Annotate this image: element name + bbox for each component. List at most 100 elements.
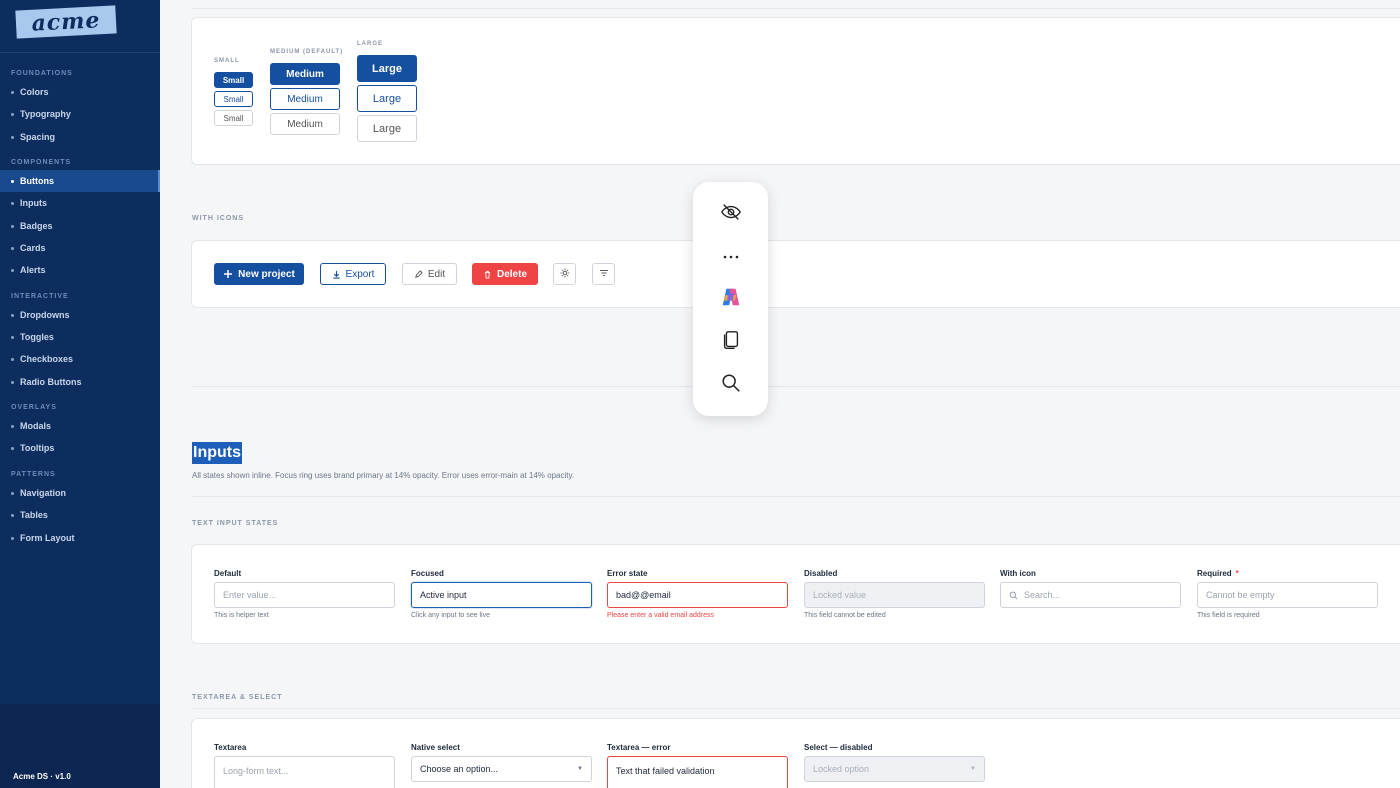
medium-secondary-button[interactable]: Medium	[270, 88, 340, 110]
size-label-small: SMALL	[214, 58, 240, 64]
trash-icon	[483, 270, 492, 279]
sidebar-item-label: Buttons	[20, 176, 54, 186]
nav-section-components: COMPONENTS	[11, 159, 72, 166]
field-label-select-disabled: Select — disabled	[804, 743, 873, 752]
sidebar-item-alerts[interactable]: Alerts	[0, 259, 160, 281]
bullet-icon	[11, 380, 14, 384]
section-label-with-icons: WITH ICONS	[192, 215, 244, 222]
sidebar-footer: Acme DS · v1.0	[0, 704, 160, 788]
medium-ghost-button[interactable]: Medium	[270, 113, 340, 135]
field-label-default: Default	[214, 569, 242, 578]
sidebar-item-label: Checkboxes	[20, 354, 74, 364]
sidebar-item-cards[interactable]: Cards	[0, 237, 160, 259]
sidebar-item-label: Inputs	[20, 198, 47, 208]
helper-text-disabled: This field cannot be edited	[804, 612, 886, 619]
bullet-icon	[11, 90, 14, 94]
version-label: Acme DS · v1.0	[13, 772, 71, 781]
nav-section-interactive: INTERACTIVE	[11, 293, 69, 300]
sidebar-item-spacing[interactable]: Spacing	[0, 126, 160, 148]
plus-icon	[223, 269, 233, 279]
search-input[interactable]: Search...	[1000, 582, 1181, 608]
copy-button[interactable]	[693, 322, 768, 362]
divider	[192, 708, 1400, 709]
large-primary-button[interactable]: Large	[357, 55, 417, 82]
section-subtitle-inputs: All states shown inline. Focus ring uses…	[192, 471, 575, 480]
required-label-text: Required	[1197, 569, 1232, 578]
sidebar-item-modals[interactable]: Modals	[0, 415, 160, 437]
floating-toolbar	[693, 182, 768, 416]
native-select[interactable]: Choose an option... ▼	[411, 756, 592, 782]
select-value: Choose an option...	[420, 764, 499, 774]
sun-icon	[560, 265, 570, 283]
copilot-button[interactable]	[693, 279, 768, 319]
sidebar-item-label: Tooltips	[20, 443, 55, 453]
bullet-icon	[11, 357, 14, 361]
bullet-icon	[11, 112, 14, 116]
divider	[192, 496, 1400, 497]
filter-icon	[599, 265, 609, 283]
sidebar: acme FOUNDATIONS Colors Typography Spaci…	[0, 0, 160, 788]
sidebar-item-tooltips[interactable]: Tooltips	[0, 437, 160, 459]
more-icon	[722, 247, 740, 265]
acme-logo[interactable]: acme	[15, 5, 117, 39]
large-secondary-button[interactable]: Large	[357, 85, 417, 112]
download-icon	[332, 270, 341, 279]
eye-off-icon	[720, 201, 742, 228]
focused-input[interactable]: Active input	[411, 582, 592, 608]
search-button[interactable]	[693, 365, 768, 405]
field-label-disabled: Disabled	[804, 569, 838, 578]
copilot-icon	[720, 286, 742, 313]
size-label-large: LARGE	[357, 41, 383, 47]
helper-text-focused: Click any input to see live	[411, 612, 490, 619]
large-ghost-button[interactable]: Large	[357, 115, 417, 142]
medium-primary-button[interactable]: Medium	[270, 63, 340, 85]
edit-button[interactable]: Edit	[402, 263, 457, 285]
sidebar-item-form-layout[interactable]: Form Layout	[0, 527, 160, 549]
settings-icon-button[interactable]	[553, 263, 576, 285]
delete-button[interactable]: Delete	[472, 263, 538, 285]
sidebar-item-badges[interactable]: Badges	[0, 215, 160, 237]
bullet-icon	[11, 268, 14, 272]
new-project-button[interactable]: New project	[214, 263, 304, 285]
required-input[interactable]: Cannot be empty	[1197, 582, 1378, 608]
sidebar-item-inputs[interactable]: Inputs	[0, 192, 160, 214]
small-secondary-button[interactable]: Small	[214, 91, 253, 107]
sidebar-item-label: Form Layout	[20, 533, 75, 543]
sidebar-item-label: Alerts	[20, 265, 46, 275]
error-message: Please enter a valid email address	[607, 612, 715, 619]
default-input[interactable]: Enter value...	[214, 582, 395, 608]
sidebar-item-radio-buttons[interactable]: Radio Buttons	[0, 371, 160, 393]
bullet-icon	[11, 246, 14, 250]
select-disabled: Locked option ▼	[804, 756, 985, 782]
chevron-down-icon: ▼	[970, 766, 976, 772]
small-primary-button[interactable]: Small	[214, 72, 253, 88]
sidebar-item-buttons[interactable]: Buttons	[0, 170, 160, 192]
search-placeholder: Search...	[1024, 590, 1061, 600]
textarea-error[interactable]: Text that failed validation	[607, 756, 788, 788]
sidebar-item-toggles[interactable]: Toggles	[0, 326, 160, 348]
search-icon	[720, 372, 742, 399]
divider	[192, 386, 1400, 387]
chevron-down-icon: ▼	[577, 766, 583, 772]
sidebar-item-label: Spacing	[20, 132, 56, 142]
section-label-text-input-states: TEXT INPUT STATES	[192, 520, 279, 527]
export-button[interactable]: Export	[320, 263, 386, 285]
textarea[interactable]: Long-form text...	[214, 756, 395, 788]
more-button[interactable]	[693, 236, 768, 276]
delete-label: Delete	[496, 268, 527, 280]
sidebar-item-colors[interactable]: Colors	[0, 81, 160, 103]
sidebar-item-dropdowns[interactable]: Dropdowns	[0, 304, 160, 326]
sidebar-item-checkboxes[interactable]: Checkboxes	[0, 348, 160, 370]
sidebar-item-tables[interactable]: Tables	[0, 504, 160, 526]
sidebar-item-label: Tables	[20, 510, 48, 520]
bullet-icon	[11, 335, 14, 339]
error-input[interactable]: bad@@email	[607, 582, 788, 608]
small-ghost-button[interactable]: Small	[214, 110, 253, 126]
bullet-icon	[11, 201, 14, 205]
filter-icon-button[interactable]	[592, 263, 615, 285]
hide-button[interactable]	[693, 194, 768, 234]
sidebar-item-label: Colors	[20, 87, 49, 97]
sidebar-item-typography[interactable]: Typography	[0, 103, 160, 125]
edit-label: Edit	[427, 268, 446, 280]
sidebar-item-navigation[interactable]: Navigation	[0, 482, 160, 504]
